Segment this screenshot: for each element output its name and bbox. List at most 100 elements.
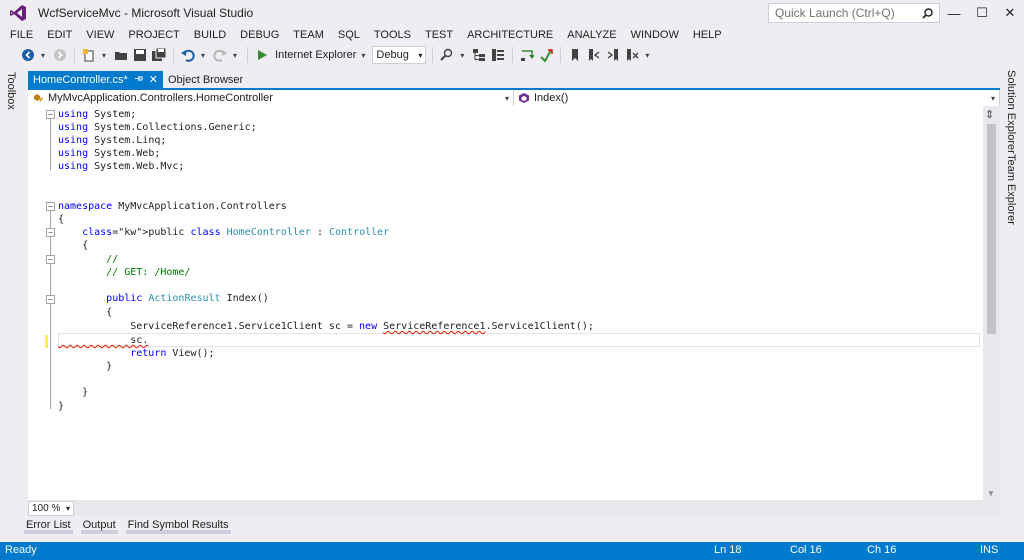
- quick-launch-input[interactable]: Quick Launch (Ctrl+Q): [768, 3, 940, 23]
- solution-explorer-toolbar-icon[interactable]: [471, 47, 487, 63]
- code-line-cursor: sc.: [58, 335, 149, 346]
- start-debugging-icon[interactable]: [254, 47, 270, 63]
- menu-window[interactable]: WINDOW: [624, 26, 686, 44]
- status-bar: Ready Ln 18 Col 16 Ch 16 INS: [0, 542, 1024, 560]
- code-comment: //: [58, 254, 119, 265]
- split-window-icon[interactable]: ⇕: [985, 108, 994, 121]
- code-line: {: [58, 307, 113, 318]
- editor-bottom-bar: 100 % ▾: [28, 500, 1000, 516]
- menu-project[interactable]: PROJECT: [121, 26, 186, 44]
- scroll-thumb[interactable]: [987, 124, 996, 334]
- step-back-icon[interactable]: [519, 47, 535, 63]
- redo-icon[interactable]: [212, 47, 228, 63]
- clear-bookmarks-icon[interactable]: [624, 47, 640, 63]
- menu-architecture[interactable]: ARCHITECTURE: [460, 26, 560, 44]
- code-line: }: [58, 361, 113, 372]
- code-line: public ActionResult Index(): [106, 293, 269, 304]
- save-icon[interactable]: [132, 47, 148, 63]
- collapse-comment-icon[interactable]: −: [46, 255, 55, 264]
- configuration-select[interactable]: Debug ▾: [372, 46, 427, 64]
- solution-explorer-tab[interactable]: Solution Explorer: [1005, 70, 1017, 154]
- menu-debug[interactable]: DEBUG: [233, 26, 286, 44]
- menu-sql[interactable]: SQL: [331, 26, 367, 44]
- menu-help[interactable]: HELP: [686, 26, 729, 44]
- status-insert-mode: INS: [980, 544, 999, 556]
- menu-team[interactable]: TEAM: [286, 26, 331, 44]
- step-over-icon[interactable]: [538, 47, 554, 63]
- menu-test[interactable]: TEST: [418, 26, 460, 44]
- scroll-down-icon[interactable]: ▼: [987, 489, 995, 498]
- current-line-highlight: [58, 333, 980, 347]
- collapse-method-icon[interactable]: −: [46, 295, 55, 304]
- document-tabs: HomeController.cs* ✕ Object Browser: [28, 71, 248, 88]
- run-target-dropdown-icon[interactable]: ▾: [361, 51, 365, 60]
- find-in-files-icon[interactable]: [439, 47, 455, 63]
- save-all-icon[interactable]: [151, 47, 167, 63]
- team-explorer-tab[interactable]: Team Explorer: [1005, 154, 1017, 225]
- new-project-icon[interactable]: [81, 47, 97, 63]
- horizontal-scrollbar[interactable]: [74, 500, 1000, 516]
- tab-label: HomeController.cs*: [33, 73, 128, 86]
- tab-object-browser[interactable]: Object Browser: [163, 71, 248, 88]
- configuration-value: Debug: [376, 49, 409, 61]
- menu-analyze[interactable]: ANALYZE: [560, 26, 623, 44]
- member-scope-value: Index(): [534, 92, 569, 104]
- toolbar-options-icon[interactable]: ▾: [645, 51, 649, 60]
- collapse-usings-icon[interactable]: −: [46, 110, 55, 119]
- standard-toolbar: ▾ ▾ ▾ ▾ Internet Explorer ▾ Debug ▾ ▾ ▾: [0, 44, 1024, 66]
- member-scope-select[interactable]: Index() ▾: [514, 90, 1000, 106]
- code-editor[interactable]: − − − − − using System; using System.Col…: [28, 106, 1000, 500]
- code-line: using System.Web;: [58, 148, 161, 159]
- menu-edit[interactable]: EDIT: [40, 26, 79, 44]
- tab-label: Object Browser: [167, 73, 244, 86]
- chevron-down-icon: ▾: [504, 93, 509, 103]
- chevron-down-icon: ▾: [65, 503, 70, 513]
- collapse-class-icon[interactable]: −: [46, 228, 55, 237]
- open-file-icon[interactable]: [113, 47, 129, 63]
- previous-bookmark-icon[interactable]: [586, 47, 602, 63]
- navigate-back-icon[interactable]: [20, 47, 36, 63]
- code-line: return View();: [130, 348, 215, 359]
- pin-icon[interactable]: [134, 74, 143, 86]
- collapse-namespace-icon[interactable]: −: [46, 202, 55, 211]
- close-button[interactable]: ✕: [996, 0, 1024, 26]
- window-title: WcfServiceMvc - Microsoft Visual Studio: [38, 6, 254, 20]
- run-target-button[interactable]: Internet Explorer: [275, 49, 356, 61]
- close-tab-icon[interactable]: ✕: [149, 73, 158, 86]
- code-line: using System.Web.Mvc;: [58, 161, 185, 172]
- tab-home-controller[interactable]: HomeController.cs* ✕: [28, 71, 163, 88]
- undo-icon[interactable]: [180, 47, 196, 63]
- type-scope-value: MyMvcApplication.Controllers.HomeControl…: [48, 92, 273, 104]
- find-dropdown-icon[interactable]: ▾: [460, 51, 464, 60]
- code-comment: // GET: /Home/: [58, 267, 191, 278]
- menu-view[interactable]: VIEW: [79, 26, 121, 44]
- toolbox-tab[interactable]: Toolbox: [5, 72, 17, 110]
- class-view-icon[interactable]: [490, 47, 506, 63]
- status-column: Col 16: [790, 544, 822, 556]
- back-dropdown-icon[interactable]: ▾: [41, 51, 45, 60]
- undo-dropdown-icon[interactable]: ▾: [201, 51, 205, 60]
- menu-tools[interactable]: TOOLS: [367, 26, 418, 44]
- code-line: using System;: [58, 109, 137, 120]
- zoom-select[interactable]: 100 % ▾: [28, 500, 74, 516]
- tab-error-list[interactable]: Error List: [24, 518, 73, 534]
- bookmark-icon[interactable]: [567, 47, 583, 63]
- tab-find-symbol-results[interactable]: Find Symbol Results: [125, 518, 231, 534]
- redo-dropdown-icon[interactable]: ▾: [233, 51, 237, 60]
- title-bar: WcfServiceMvc - Microsoft Visual Studio …: [0, 0, 1024, 26]
- unsaved-change-marker: [45, 335, 48, 348]
- maximize-button[interactable]: ☐: [968, 0, 996, 26]
- vertical-scrollbar[interactable]: ⇕ ▼: [983, 106, 1000, 500]
- menu-build[interactable]: BUILD: [187, 26, 233, 44]
- quick-launch-placeholder: Quick Launch (Ctrl+Q): [775, 6, 895, 20]
- menu-file[interactable]: FILE: [0, 26, 40, 44]
- tab-output[interactable]: Output: [80, 518, 118, 534]
- code-line: {: [58, 240, 89, 251]
- navigate-forward-icon[interactable]: [52, 47, 68, 63]
- next-bookmark-icon[interactable]: [605, 47, 621, 63]
- chevron-down-icon: ▾: [990, 93, 995, 103]
- type-scope-select[interactable]: MyMvcApplication.Controllers.HomeControl…: [28, 90, 514, 106]
- new-dropdown-icon[interactable]: ▾: [102, 51, 106, 60]
- minimize-button[interactable]: —: [940, 0, 968, 26]
- toolbar-separator: [173, 47, 175, 63]
